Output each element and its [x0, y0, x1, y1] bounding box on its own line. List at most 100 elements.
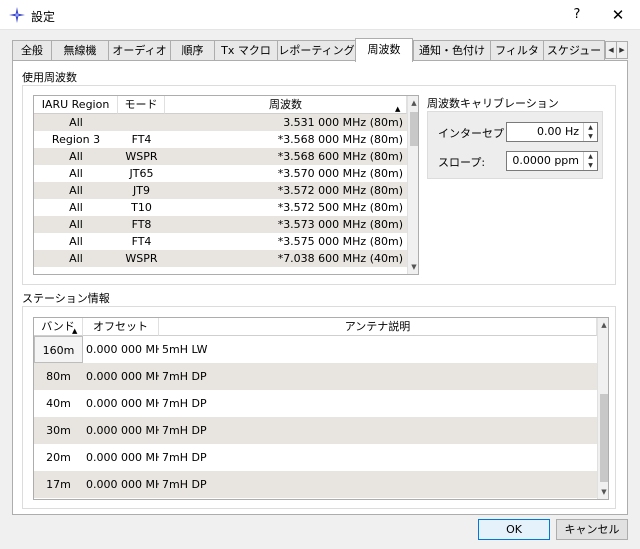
col-header-mode[interactable]: モード — [118, 96, 165, 114]
frequency-cell: *3.573 000 MHz (80m) — [277, 218, 403, 231]
table-row[interactable]: All FT8 *3.573 000 MHz (80m) — [34, 216, 407, 233]
tab-frequencies[interactable]: 周波数 — [355, 38, 413, 62]
decrement-icon[interactable]: ▼ — [584, 132, 597, 141]
slope-stepper: ▲ ▼ — [583, 152, 597, 170]
frequencies-table[interactable]: IARU Region モード 周波数 ▲ All 3.531 000 MHz … — [33, 95, 419, 275]
offset-cell: 0.000 000 MHz — [86, 370, 159, 383]
table-row[interactable]: All JT65 *3.570 000 MHz (80m) — [34, 165, 407, 182]
table-row[interactable]: 20m 0.000 000 MHz 7mH DP — [34, 444, 597, 471]
scroll-down-icon[interactable]: ▼ — [408, 260, 418, 274]
region-cell: All — [69, 150, 83, 163]
col-header-frequency-label: 周波数 — [269, 98, 302, 111]
intercept-value[interactable]: 0.00 Hz — [537, 123, 579, 141]
table-row[interactable]: All WSPR *7.038 600 MHz (40m) — [34, 250, 407, 267]
tab-panel: 使用周波数 IARU Region モード 周波数 ▲ All 3.531 00… — [12, 60, 628, 515]
region-cell: All — [69, 252, 83, 265]
antenna-cell: 7mH DP — [162, 397, 207, 410]
col-header-band-label: バンド — [41, 320, 75, 333]
region-cell: Region 3 — [51, 133, 101, 146]
scroll-track[interactable] — [600, 394, 608, 482]
table-row[interactable]: Region 3 FT4 *3.568 000 MHz (80m) — [34, 131, 407, 148]
scroll-thumb[interactable] — [410, 112, 418, 146]
ok-button[interactable]: OK — [478, 519, 550, 540]
frequency-cell: *3.568 000 MHz (80m) — [277, 133, 403, 146]
tab-sequence[interactable]: 順序 — [170, 40, 215, 61]
tab-tx-macros[interactable]: Tx マクロ — [214, 40, 278, 61]
scroll-up-icon[interactable]: ▲ — [598, 318, 608, 332]
antenna-cell: 5mH LW — [162, 343, 208, 356]
mode-cell: FT4 — [131, 133, 152, 146]
tab-notifications-colors[interactable]: 通知・色付け — [413, 40, 491, 61]
table-row[interactable]: All JT9 *3.572 000 MHz (80m) — [34, 182, 407, 199]
slope-value[interactable]: 0.0000 ppm — [512, 152, 579, 170]
antenna-cell: 7mH DP — [162, 424, 207, 437]
increment-icon[interactable]: ▲ — [584, 123, 597, 132]
region-cell: All — [69, 235, 83, 248]
col-header-region[interactable]: IARU Region — [34, 96, 118, 114]
tab-general[interactable]: 全般 — [12, 40, 52, 61]
table-row[interactable]: All FT4 *3.575 000 MHz (80m) — [34, 233, 407, 250]
tab-radio[interactable]: 無線機 — [51, 40, 109, 61]
tab-scheduler[interactable]: スケジュー — [543, 40, 605, 61]
stations-scrollbar[interactable]: ▲ ▼ — [597, 318, 608, 499]
scroll-up-icon[interactable]: ▲ — [408, 96, 418, 110]
band-cell: 160m — [34, 336, 83, 363]
col-header-frequency[interactable]: 周波数 ▲ — [165, 96, 407, 114]
frequency-cell: *3.575 000 MHz (80m) — [277, 235, 403, 248]
offset-cell: 0.000 000 MHz — [86, 397, 159, 410]
table-row[interactable]: All T10 *3.572 500 MHz (80m) — [34, 199, 407, 216]
table-row[interactable]: 40m 0.000 000 MHz 7mH DP — [34, 390, 597, 417]
decrement-icon[interactable]: ▼ — [584, 161, 597, 170]
frequencies-scrollbar[interactable]: ▲ ▼ — [407, 96, 418, 274]
region-cell: All — [69, 218, 83, 231]
band-cell: 80m — [46, 370, 71, 383]
offset-cell: 0.000 000 MHz — [86, 424, 159, 437]
scroll-down-icon[interactable]: ▼ — [598, 485, 608, 499]
mode-cell — [118, 114, 165, 131]
mode-cell: WSPR — [125, 252, 158, 265]
offset-cell: 0.000 000 MHz — [86, 451, 159, 464]
frequency-cell: *3.570 000 MHz (80m) — [277, 167, 403, 180]
mode-cell: JT9 — [133, 184, 150, 197]
working-frequencies-label: 使用周波数 — [22, 71, 77, 84]
station-information-label: ステーション情報 — [22, 292, 110, 305]
title-bar: 設定 ? ✕ — [0, 0, 640, 30]
offset-cell: 0.000 000 MHz — [86, 343, 159, 356]
col-header-antenna[interactable]: アンテナ説明 — [159, 318, 597, 336]
stations-table[interactable]: バンド ▲ オフセット アンテナ説明 160m 0.000 000 MHz 5m… — [33, 317, 609, 500]
cancel-button[interactable]: キャンセル — [556, 519, 628, 540]
scroll-thumb[interactable] — [600, 334, 608, 394]
region-cell: All — [69, 184, 83, 197]
region-cell: All — [69, 116, 83, 129]
antenna-cell: 7mH DP — [162, 478, 207, 491]
slope-label: スロープ: — [438, 156, 486, 169]
close-button[interactable]: ✕ — [596, 3, 640, 27]
intercept-spinbox[interactable]: 0.00 Hz ▲ ▼ — [506, 122, 598, 142]
mode-cell: T10 — [131, 201, 152, 214]
table-row[interactable]: All 3.531 000 MHz (80m) — [34, 114, 407, 131]
frequency-cell: *7.038 600 MHz (40m) — [277, 252, 403, 265]
tab-reporting[interactable]: レポーティング — [277, 40, 356, 61]
mode-cell: JT65 — [129, 167, 154, 180]
app-star-icon — [9, 7, 25, 23]
frequency-cell: *3.568 600 MHz (80m) — [277, 150, 403, 163]
slope-spinbox[interactable]: 0.0000 ppm ▲ ▼ — [506, 151, 598, 171]
intercept-stepper: ▲ ▼ — [583, 123, 597, 141]
table-row[interactable]: 30m 0.000 000 MHz 7mH DP — [34, 417, 597, 444]
tab-audio[interactable]: オーディオ — [108, 40, 171, 61]
window-title: 設定 — [31, 10, 56, 24]
tab-scroll-right-icon[interactable]: ▶ — [616, 41, 628, 59]
increment-icon[interactable]: ▲ — [584, 152, 597, 161]
tab-bar: 全般 無線機 オーディオ 順序 Tx マクロ レポーティング 周波数 通知・色付… — [12, 38, 628, 62]
calibration-title: 周波数キャリブレーション — [427, 97, 559, 110]
table-row[interactable]: 17m 0.000 000 MHz 7mH DP — [34, 471, 597, 498]
col-header-offset[interactable]: オフセット — [83, 318, 159, 336]
tab-filters[interactable]: フィルタ — [490, 40, 544, 61]
col-header-band[interactable]: バンド ▲ — [34, 318, 83, 336]
table-row[interactable]: 80m 0.000 000 MHz 7mH DP — [34, 363, 597, 390]
table-row[interactable]: 160m 0.000 000 MHz 5mH LW — [34, 336, 597, 363]
table-row[interactable]: All WSPR *3.568 600 MHz (80m) — [34, 148, 407, 165]
help-button[interactable]: ? — [555, 3, 599, 27]
calibration-group: インターセプト: 0.00 Hz ▲ ▼ スロープ: 0.0000 ppm ▲ … — [427, 111, 603, 179]
antenna-cell: 7mH DP — [162, 370, 207, 383]
